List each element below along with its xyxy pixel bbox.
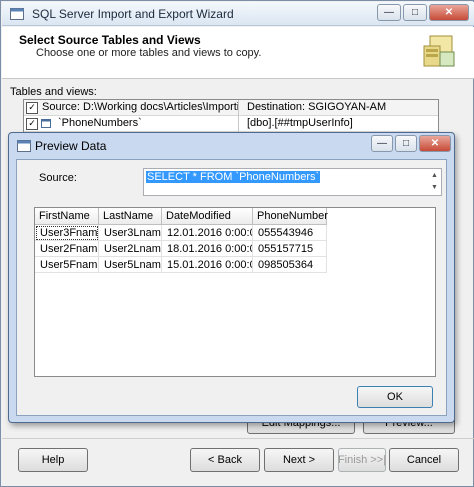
close-icon: ✕ (430, 137, 440, 149)
minimize-icon: — (377, 137, 387, 149)
column-header[interactable]: FirstName (35, 208, 99, 225)
destination-table-name[interactable]: [dbo].[##tmpUserInfo] (247, 117, 437, 129)
window-title: SQL Server Import and Export Wizard (32, 7, 234, 21)
finish-button: Finish >>| (338, 448, 386, 472)
minimize-icon: — (384, 6, 394, 18)
table-cell[interactable]: User3Fname (35, 225, 99, 241)
table-cell[interactable]: User5Fname (35, 257, 99, 273)
dialog-close-button[interactable]: ✕ (419, 135, 451, 152)
dialog-icon (17, 140, 31, 152)
sql-scrollbar[interactable]: ▲ ▼ (429, 170, 440, 194)
table-checkbox[interactable]: ✓ (26, 118, 38, 130)
next-button[interactable]: Next > (264, 448, 334, 472)
table-cell[interactable]: 12.01.2016 0:00:00 (162, 225, 253, 241)
source-table-name: `PhoneNumbers` (58, 117, 142, 129)
maximize-icon: □ (411, 6, 419, 18)
table-icon (41, 119, 51, 128)
footer-divider (2, 438, 474, 439)
table-cell[interactable]: 15.01.2016 0:00:00 (162, 257, 253, 273)
back-button[interactable]: < Back (190, 448, 260, 472)
sql-query-field[interactable]: SELECT * FROM `PhoneNumbers` ▲ ▼ (143, 168, 442, 196)
table-cell[interactable]: 18.01.2016 0:00:00 (162, 241, 253, 257)
column-header[interactable]: LastName (99, 208, 162, 225)
dialog-title: Preview Data (35, 139, 107, 153)
close-icon: ✕ (444, 6, 454, 18)
maximize-button[interactable]: □ (403, 4, 427, 21)
scroll-down-icon[interactable]: ▼ (429, 182, 440, 194)
table-cell[interactable]: User2Fname (35, 241, 99, 257)
sql-query-text: SELECT * FROM `PhoneNumbers` (146, 171, 321, 183)
title-bar: SQL Server Import and Export Wizard — □ … (2, 2, 474, 26)
table-cell[interactable]: 098505364 (253, 257, 327, 273)
wizard-header: Select Source Tables and Views Choose on… (2, 27, 474, 79)
preview-data-dialog: Preview Data — □ ✕ Source: SELECT * FROM… (8, 132, 455, 423)
preview-table: FirstName LastName DateModified PhoneNumber… (34, 207, 436, 377)
page-subtitle: Choose one or more tables and views to c… (36, 47, 262, 59)
source-label: Source: (39, 172, 77, 184)
dialog-maximize-button[interactable]: □ (395, 135, 417, 152)
tables-views-label: Tables and views: (10, 86, 97, 98)
table-cell[interactable]: 055543946 (253, 225, 327, 241)
page-title: Select Source Tables and Views (19, 33, 201, 47)
wizard-graphic-icon (423, 35, 455, 67)
column-header[interactable]: PhoneNumber (253, 208, 328, 225)
grid-header-row: ✓ Source: D:\Working docs\Articles\Impor… (24, 100, 438, 116)
maximize-icon: □ (402, 137, 410, 149)
destination-column-header: Destination: SGIGOYAN-AM (247, 101, 387, 113)
table-row[interactable]: ✓ `PhoneNumbers` [dbo].[##tmpUserInfo] (24, 116, 438, 132)
table-cell[interactable]: User3Lname (99, 225, 162, 241)
dialog-body: Source: SELECT * FROM `PhoneNumbers` ▲ ▼… (16, 159, 447, 416)
column-header[interactable]: DateModified (162, 208, 253, 225)
scroll-up-icon[interactable]: ▲ (429, 170, 440, 182)
table-cell[interactable]: User2Lname (99, 241, 162, 257)
close-button[interactable]: ✕ (429, 4, 469, 21)
cancel-button[interactable]: Cancel (389, 448, 459, 472)
app-icon (10, 8, 24, 20)
dialog-minimize-button[interactable]: — (371, 135, 393, 152)
select-all-checkbox[interactable]: ✓ (26, 102, 38, 114)
minimize-button[interactable]: — (377, 4, 401, 21)
table-cell[interactable]: 055157715 (253, 241, 327, 257)
help-button[interactable]: Help (18, 448, 88, 472)
source-column-header: Source: D:\Working docs\Articles\Importi… (42, 101, 240, 113)
ok-button[interactable]: OK (357, 386, 433, 408)
table-cell[interactable]: User5Lname (99, 257, 162, 273)
